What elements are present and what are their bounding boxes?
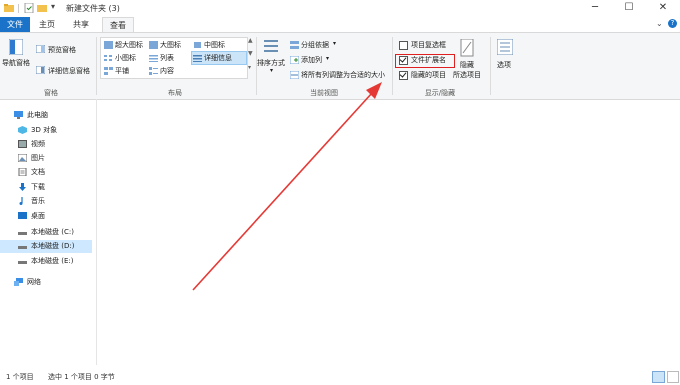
large-icons-view-toggle-icon[interactable] — [667, 371, 679, 383]
selection-info: 选中 1 个项目 0 字节 — [48, 373, 115, 381]
status-bar: 1 个项目 选中 1 个项目 0 字节 — [0, 370, 680, 385]
details-view-toggle-icon[interactable] — [652, 371, 665, 383]
item-count: 1 个项目 — [6, 373, 34, 381]
annotation-arrow — [192, 82, 382, 291]
